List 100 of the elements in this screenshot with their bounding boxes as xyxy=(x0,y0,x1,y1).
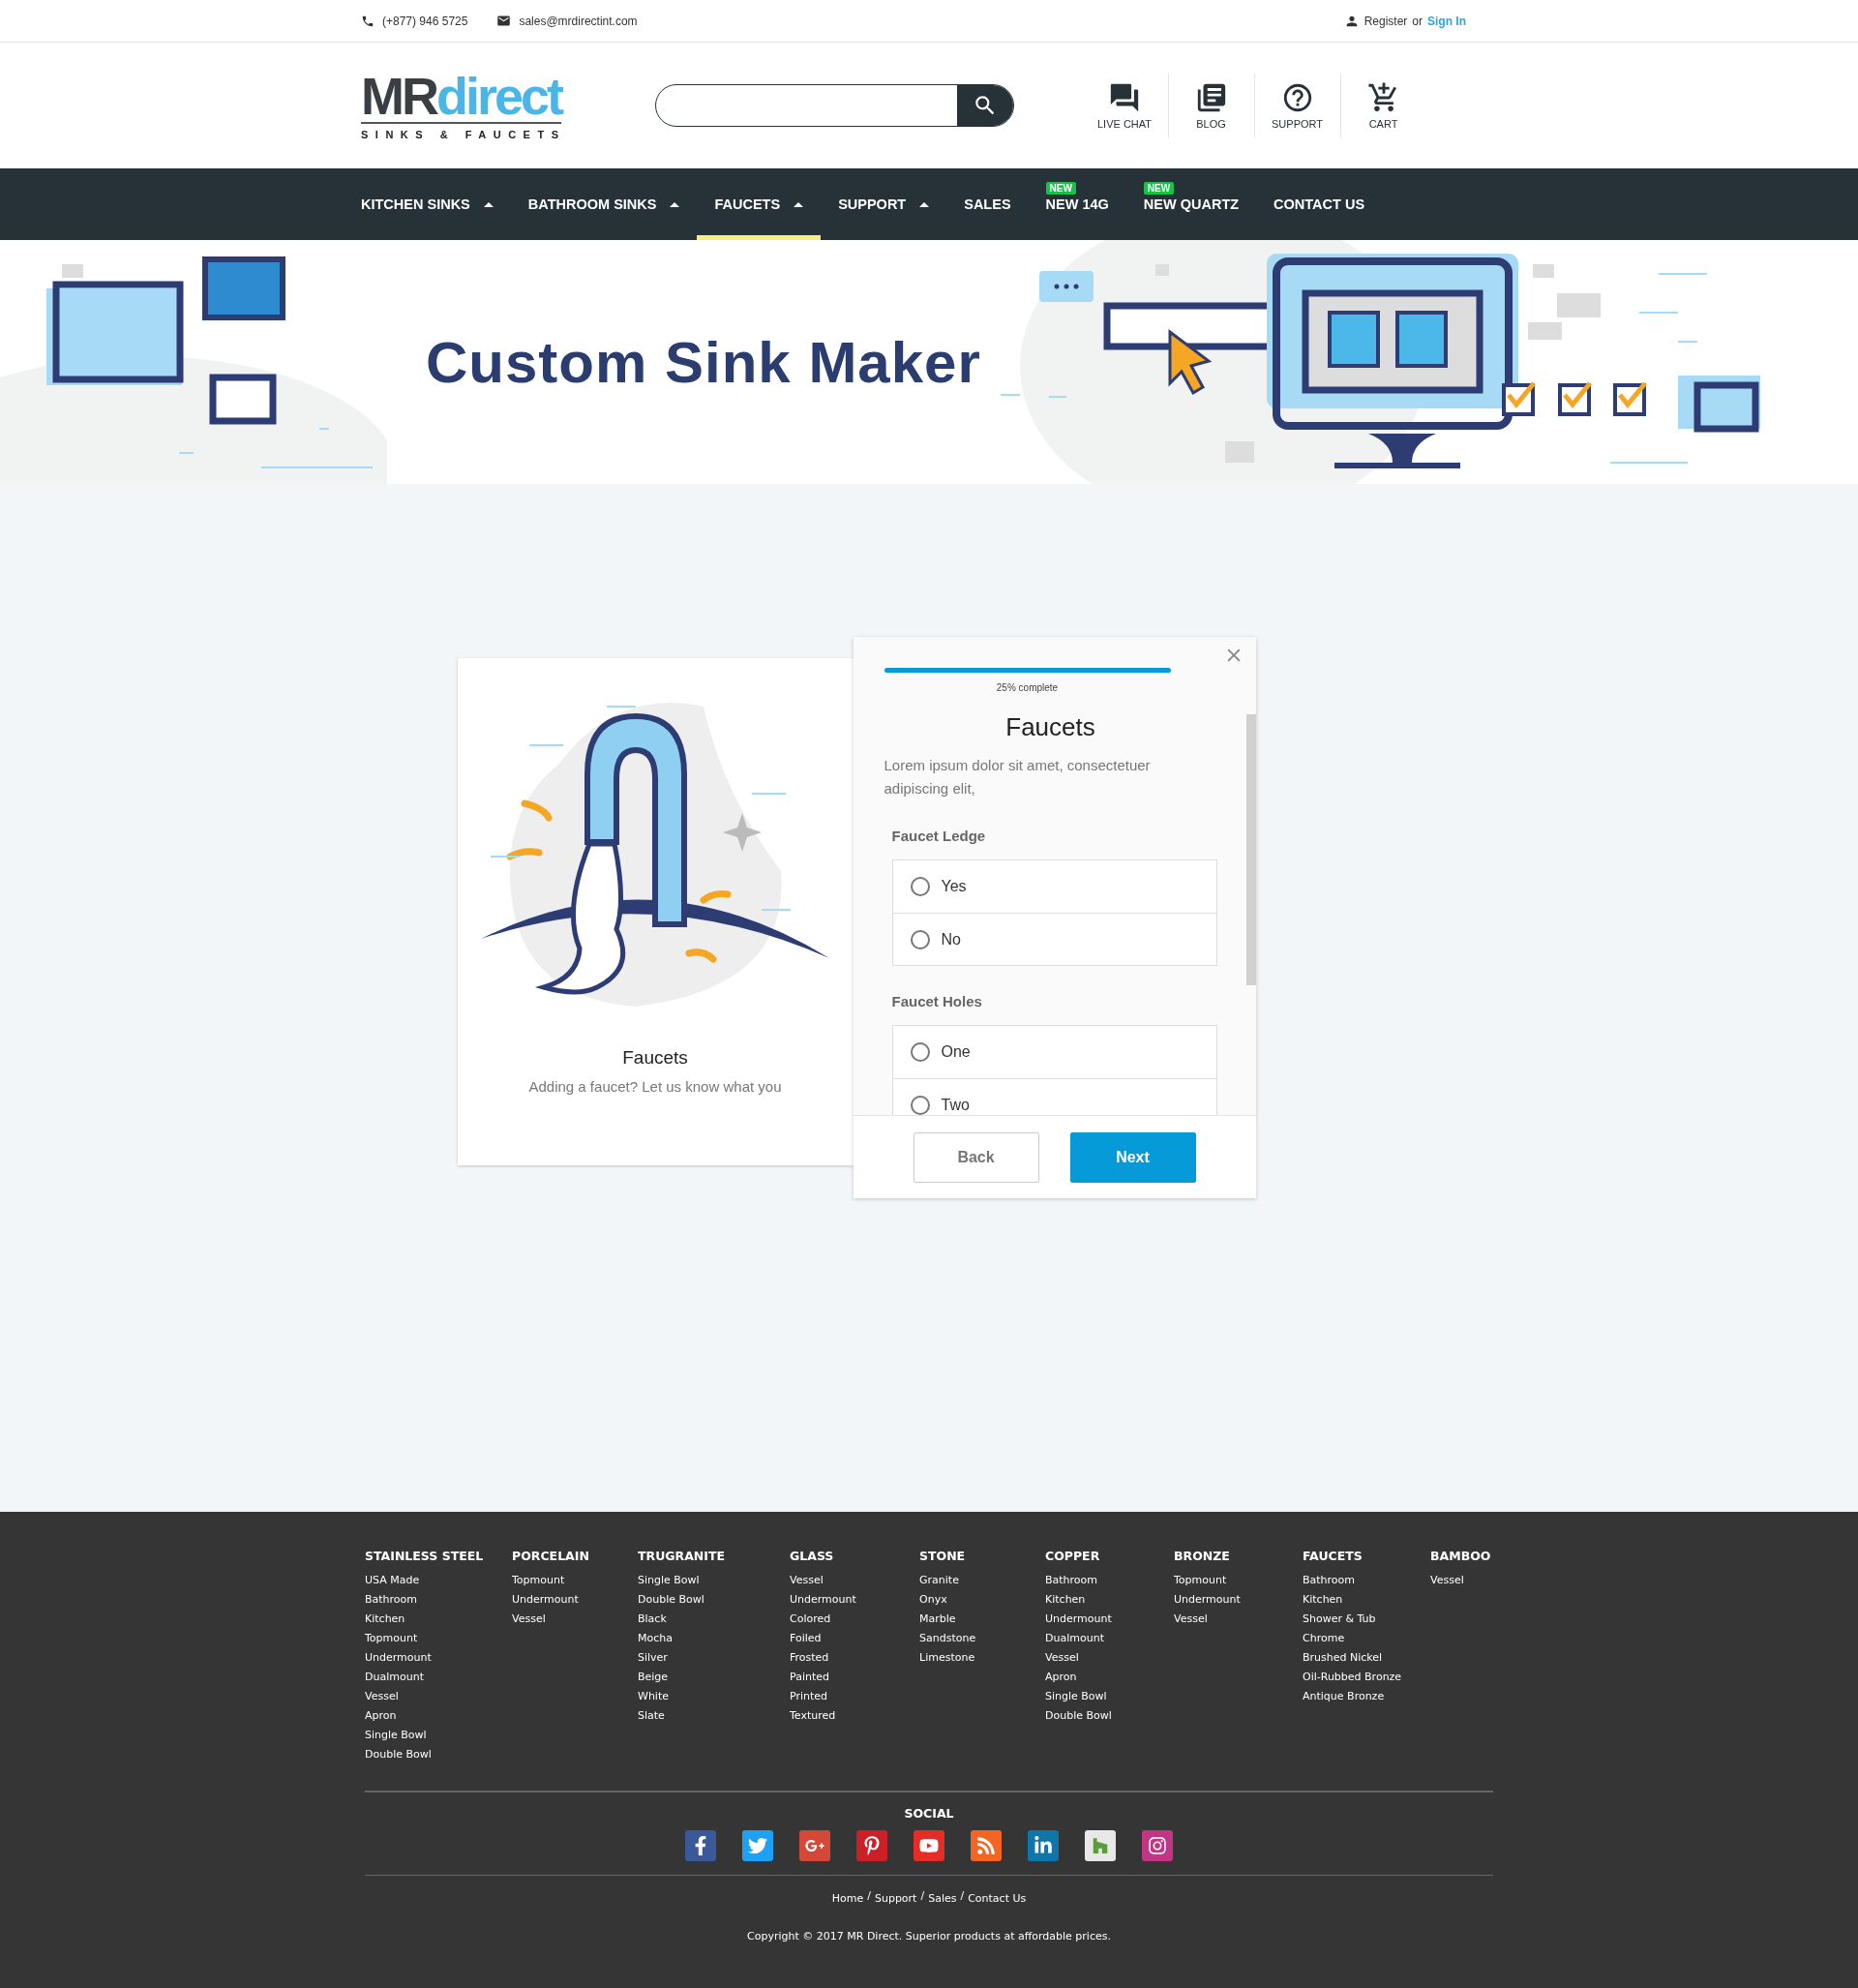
footer-link[interactable]: Black xyxy=(638,1610,790,1629)
wizard-description: Lorem ipsum dolor sit amet, consectetuer adipiscing elit, xyxy=(884,756,1152,798)
footer-heading: BAMBOO xyxy=(1430,1549,1492,1563)
footer-link[interactable]: Topmount xyxy=(1174,1571,1303,1590)
footer-link[interactable]: Textured xyxy=(790,1706,919,1726)
footer-link[interactable]: Topmount xyxy=(512,1571,638,1590)
nav-item[interactable]: CONTACT US xyxy=(1256,168,1383,240)
footer-link[interactable]: Undermount xyxy=(1174,1590,1303,1610)
intro-text: Adding a faucet? Let us know what you xyxy=(528,1078,782,1095)
houzz-icon[interactable] xyxy=(1085,1830,1116,1861)
footer-link[interactable]: Foiled xyxy=(790,1629,919,1648)
footer-link[interactable]: Marble xyxy=(919,1610,1045,1629)
footer-link[interactable]: Mocha xyxy=(638,1629,790,1648)
or-text: or xyxy=(1412,14,1423,28)
footer-link[interactable]: Dualmount xyxy=(365,1668,512,1687)
instagram-icon[interactable] xyxy=(1142,1830,1173,1861)
footer-link[interactable]: Limestone xyxy=(919,1648,1045,1668)
footer-link[interactable]: Home xyxy=(831,1889,864,1909)
footer-link[interactable]: Kitchen xyxy=(1045,1590,1174,1610)
footer-link[interactable]: Support xyxy=(874,1889,917,1909)
twitter-icon[interactable] xyxy=(742,1830,773,1861)
link-separator: / xyxy=(960,1889,965,1904)
footer-link[interactable]: Bathroom xyxy=(1303,1571,1430,1590)
footer-link[interactable]: Colored xyxy=(790,1610,919,1629)
radio-option[interactable]: No xyxy=(892,913,1216,965)
link-separator: / xyxy=(920,1889,925,1904)
linkedin-icon[interactable] xyxy=(1028,1830,1059,1861)
intro-title: Faucets xyxy=(622,1047,688,1069)
footer-link[interactable]: Beige xyxy=(638,1668,790,1687)
footer-link[interactable]: Brushed Nickel xyxy=(1303,1648,1430,1668)
search-button[interactable] xyxy=(956,85,1013,126)
nav-item[interactable]: NEW NEW QUARTZ xyxy=(1125,168,1257,240)
footer-link[interactable]: Shower & Tub xyxy=(1303,1610,1430,1629)
footer-heading: COPPER xyxy=(1045,1549,1101,1563)
footer-link[interactable]: Onyx xyxy=(919,1590,1045,1610)
footer-heading: FAUCETS xyxy=(1303,1549,1364,1563)
register-link[interactable]: Register xyxy=(1364,14,1408,28)
footer-link[interactable]: Undermount xyxy=(365,1648,512,1668)
facebook-icon[interactable] xyxy=(685,1830,716,1861)
googleplus-icon[interactable] xyxy=(799,1830,830,1861)
footer-link[interactable]: Contact Us xyxy=(968,1889,1027,1909)
footer-link[interactable]: Kitchen xyxy=(1303,1590,1430,1610)
wizard-title: Faucets xyxy=(1004,712,1096,742)
footer-link[interactable]: Topmount xyxy=(365,1629,512,1648)
footer-link[interactable]: Apron xyxy=(365,1706,512,1726)
footer-link[interactable]: Frosted xyxy=(790,1648,919,1668)
footer-link[interactable]: Slate xyxy=(638,1706,790,1726)
footer-link[interactable]: Vessel xyxy=(1430,1571,1493,1590)
footer-link[interactable]: Silver xyxy=(638,1648,790,1668)
footer-link[interactable]: Bathroom xyxy=(365,1590,512,1610)
footer-heading: STONE xyxy=(919,1549,967,1563)
header-action[interactable]: BLOG xyxy=(1167,74,1254,137)
footer-link[interactable]: Painted xyxy=(790,1668,919,1687)
footer-link[interactable]: Antique Bronze xyxy=(1303,1687,1430,1706)
logo-tagline: SINKS & FAUCETS xyxy=(361,128,567,140)
footer-link[interactable]: Vessel xyxy=(1045,1648,1174,1668)
radio-option[interactable]: One xyxy=(892,1026,1216,1078)
footer-link[interactable]: Double Bowl xyxy=(638,1590,790,1610)
footer-link[interactable]: Double Bowl xyxy=(365,1745,512,1764)
footer-link[interactable]: Undermount xyxy=(790,1590,919,1610)
footer-link[interactable]: Vessel xyxy=(1174,1610,1303,1629)
nav-item[interactable]: SUPPORT xyxy=(821,168,947,240)
footer-link[interactable]: Oil-Rubbed Bronze xyxy=(1303,1668,1430,1687)
header-action[interactable]: SUPPORT xyxy=(1253,74,1340,137)
footer-link[interactable]: Kitchen xyxy=(365,1610,512,1629)
footer-link[interactable]: Chrome xyxy=(1303,1629,1430,1648)
footer-link[interactable]: Vessel xyxy=(512,1610,638,1629)
new-badge: NEW xyxy=(1143,182,1175,195)
nav-item[interactable]: NEW NEW 14G xyxy=(1028,168,1126,240)
phone-number: (+877) 946 5725 xyxy=(382,14,468,28)
footer-link[interactable]: Vessel xyxy=(365,1687,512,1706)
footer-link[interactable]: White xyxy=(638,1687,790,1706)
nav-item[interactable]: SALES xyxy=(946,168,1029,240)
footer-link[interactable]: Single Bowl xyxy=(365,1726,512,1745)
footer-link[interactable]: Granite xyxy=(919,1571,1045,1590)
header-action[interactable]: CART xyxy=(1339,74,1426,137)
footer-link[interactable]: Dualmount xyxy=(1045,1629,1174,1648)
footer-link[interactable]: Undermount xyxy=(1045,1610,1174,1629)
copyright-text: Copyright © 2017 MR Direct. Superior products at affordable prices. xyxy=(746,1930,1112,1943)
nav-item[interactable]: KITCHEN SINKS xyxy=(361,168,511,240)
rss-icon[interactable] xyxy=(971,1830,1002,1861)
scrollbar[interactable] xyxy=(1245,714,1256,985)
footer-link[interactable]: Bathroom xyxy=(1045,1571,1174,1590)
footer-link[interactable]: Sandstone xyxy=(919,1629,1045,1648)
footer-link[interactable]: Apron xyxy=(1045,1668,1174,1687)
youtube-icon[interactable] xyxy=(914,1830,944,1861)
footer-heading: TRUGRANITE xyxy=(638,1549,727,1563)
nav-item[interactable]: BATHROOM SINKS xyxy=(510,168,698,240)
footer-link[interactable]: Sales xyxy=(928,1889,957,1909)
footer-link[interactable]: Vessel xyxy=(790,1571,919,1590)
footer-link[interactable]: Undermount xyxy=(512,1590,638,1610)
footer-link[interactable]: Double Bowl xyxy=(1045,1706,1174,1726)
radio-option[interactable]: Yes xyxy=(892,860,1216,913)
footer-link[interactable]: Single Bowl xyxy=(1045,1687,1174,1706)
header-action[interactable]: LIVE CHAT xyxy=(1081,74,1168,137)
footer-link[interactable]: Printed xyxy=(790,1687,919,1706)
pinterest-icon[interactable] xyxy=(856,1830,887,1861)
back-button[interactable]: Back xyxy=(913,1131,1039,1183)
footer-link[interactable]: Single Bowl xyxy=(638,1571,790,1590)
footer-link[interactable]: USA Made xyxy=(365,1571,512,1590)
